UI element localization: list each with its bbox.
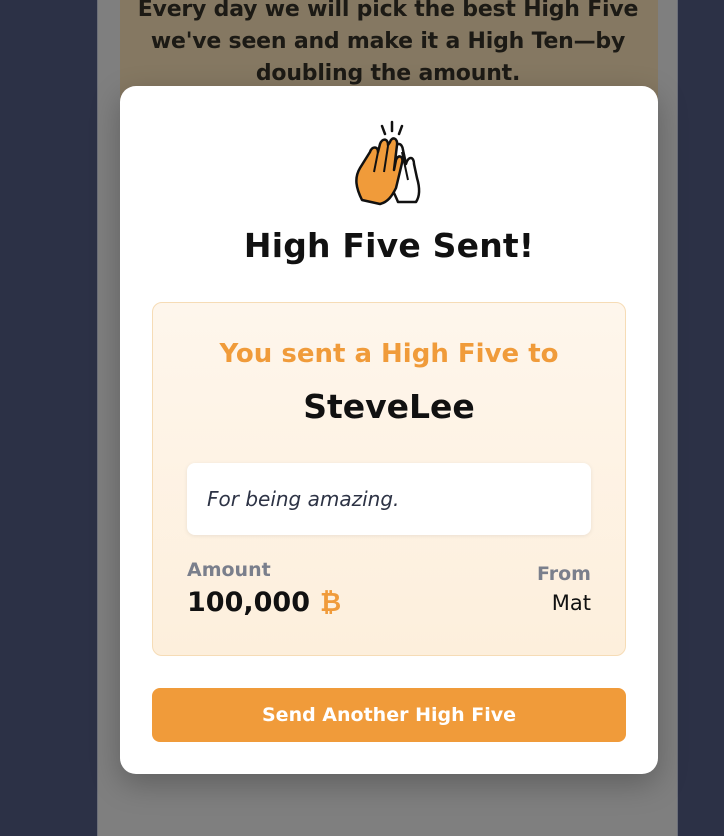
- send-another-high-five-button[interactable]: Send Another High Five: [152, 688, 626, 742]
- high-five-summary-card: You sent a High Five to SteveLee For bei…: [152, 302, 626, 656]
- from-value: Mat: [551, 591, 591, 615]
- amount-label: Amount: [187, 559, 271, 581]
- card-subtitle: You sent a High Five to: [219, 339, 559, 369]
- banner-text: Every day we will pick the best High Fiv…: [137, 0, 639, 86]
- from-label: From: [537, 563, 591, 585]
- amount-value: 100,000: [187, 587, 310, 618]
- recipient-name: SteveLee: [303, 387, 475, 426]
- amount-value-row: 100,000 ₿: [187, 587, 341, 618]
- modal-title: High Five Sent!: [243, 226, 535, 265]
- bitcoin-icon: ₿: [319, 588, 342, 618]
- message-display: For being amazing.: [187, 463, 591, 535]
- high-five-hands-icon: [355, 120, 421, 206]
- high-five-sent-modal: High Five Sent! You sent a High Five to …: [120, 86, 658, 774]
